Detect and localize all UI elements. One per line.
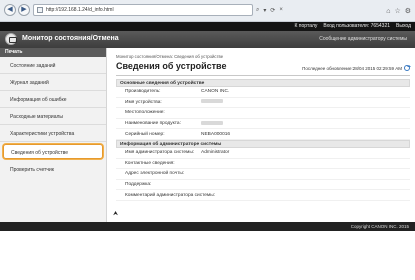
row-value-redacted (201, 99, 410, 105)
address-tools: ⌕ ▾ ⟳ × (253, 4, 283, 16)
sidebar-item-error-info[interactable]: Информация об ошибке (0, 91, 106, 108)
row-label: Контактные сведения: (125, 160, 175, 166)
divider (116, 75, 410, 76)
footer: Copyright CANON INC. 2015 (0, 222, 415, 231)
browser-toolbar: ◀ ▶ http://192.168.1.24/d_info.html ⌕ ▾ … (0, 0, 415, 22)
sidebar-item-job-log[interactable]: Журнал заданий (0, 74, 106, 91)
row-label: Имя устройства: (125, 99, 162, 105)
info-row: Наименование продукта: (116, 119, 410, 130)
last-update: Последнее обновление:28/04 2015 02:29:59… (302, 65, 411, 71)
section-heading: Основные сведения об устройстве (116, 79, 410, 87)
home-icon[interactable]: ⌂ (386, 8, 390, 15)
admin-message-link[interactable]: Сообщение администратору системы (319, 36, 407, 42)
row-value: Administrator (201, 150, 230, 156)
app-logo-icon[interactable] (5, 33, 17, 45)
gear-icon[interactable]: ⚙ (405, 7, 411, 15)
last-update-text: Последнее обновление:28/04 2015 02:29:59… (302, 65, 402, 71)
info-row: Производитель: CANON INC. (116, 87, 410, 98)
row-label: Производитель: (125, 89, 161, 95)
sidebar-item-label: Характеристики устройства (10, 131, 75, 137)
row-value: CANON INC. (201, 89, 230, 95)
sidebar-item-label: Проверить счетчик (10, 167, 54, 173)
address-url: http://192.168.1.24/d_info.html (46, 7, 114, 13)
info-row: Имя администратора системы: Administrator (116, 148, 410, 159)
app-header: Монитор состояния/Отмена Сообщение админ… (0, 31, 415, 48)
sidebar-item-label: Расходные материалы (10, 114, 63, 120)
sidebar-item-label: Журнал заданий (10, 80, 49, 86)
back-to-top-icon[interactable]: ⮝ (113, 211, 118, 218)
close-icon[interactable]: × (279, 7, 283, 13)
window-tools: ⌂ ☆ ⚙ (296, 3, 411, 19)
row-label: Имя администратора системы: (125, 150, 195, 156)
sidebar-item-device-features[interactable]: Характеристики устройства (0, 125, 106, 142)
back-button[interactable]: ◀ (4, 4, 16, 16)
sidebar-heading: Печать (0, 48, 106, 57)
sidebar-item-label: Состояние заданий (10, 63, 56, 69)
top-bar: К порталу Вход пользователя: 7654321 Вых… (0, 22, 415, 31)
forward-button[interactable]: ▶ (18, 4, 30, 16)
page-background (0, 231, 415, 280)
search-icon[interactable]: ⌕ (256, 7, 259, 14)
refresh-icon[interactable]: ⟳ (270, 7, 275, 14)
address-bar[interactable]: http://192.168.1.24/d_info.html (33, 4, 253, 16)
row-label: Местоположение: (125, 110, 165, 116)
logout-link[interactable]: Выход (396, 23, 411, 29)
info-row: Имя устройства: (116, 98, 410, 109)
star-icon[interactable]: ☆ (394, 7, 400, 15)
login-user-text: Вход пользователя: (323, 23, 370, 29)
sidebar-item-label: Информация об ошибке (10, 97, 67, 103)
refresh-icon[interactable] (404, 65, 411, 71)
section-heading: Информация об администраторе системы (116, 140, 410, 148)
page-title: Сведения об устройстве (116, 61, 227, 71)
info-row: Контактные сведения: (116, 159, 410, 170)
row-value: NEBA000016 (201, 131, 231, 137)
breadcrumb: Монитор состояния/Отмена: Сведения об ус… (116, 54, 224, 59)
row-label: Наименование продукта: (125, 121, 181, 127)
login-user-label: Вход пользователя: 7654321 (323, 23, 390, 29)
row-label: Адрес электронной почты: (125, 171, 185, 177)
sidebar-item-job-status[interactable]: Состояние заданий (0, 57, 106, 74)
page-icon (37, 7, 43, 13)
row-label: Поддержка: (125, 182, 152, 188)
info-row: Комментарий администратора системы: (116, 190, 410, 201)
sidebar-item-label: Сведения об устройстве (11, 150, 69, 156)
info-row: Местоположение: (116, 108, 410, 119)
row-value-redacted (201, 120, 410, 127)
info-row: Поддержка: (116, 180, 410, 191)
copyright: Copyright CANON INC. 2015 (350, 224, 409, 229)
row-label: Серийный номер: (125, 131, 165, 137)
info-row: Адрес электронной почты: (116, 169, 410, 180)
user-id: 7654321 (370, 23, 391, 29)
dropdown-icon[interactable]: ▾ (263, 7, 266, 14)
basic-info-section: Основные сведения об устройстве Производ… (116, 79, 410, 140)
portal-link[interactable]: К порталу (295, 23, 318, 29)
row-label: Комментарий администратора системы: (125, 192, 215, 198)
sidebar-item-check-counter[interactable]: Проверить счетчик (0, 161, 106, 178)
app-title: Монитор состояния/Отмена (22, 35, 119, 42)
admin-info-section: Информация об администраторе системы Имя… (116, 140, 410, 201)
sidebar-item-device-info[interactable]: Сведения об устройстве (3, 144, 103, 159)
info-row: Серийный номер: NEBA000016 (116, 129, 410, 140)
sidebar-item-consumables[interactable]: Расходные материалы (0, 108, 106, 125)
